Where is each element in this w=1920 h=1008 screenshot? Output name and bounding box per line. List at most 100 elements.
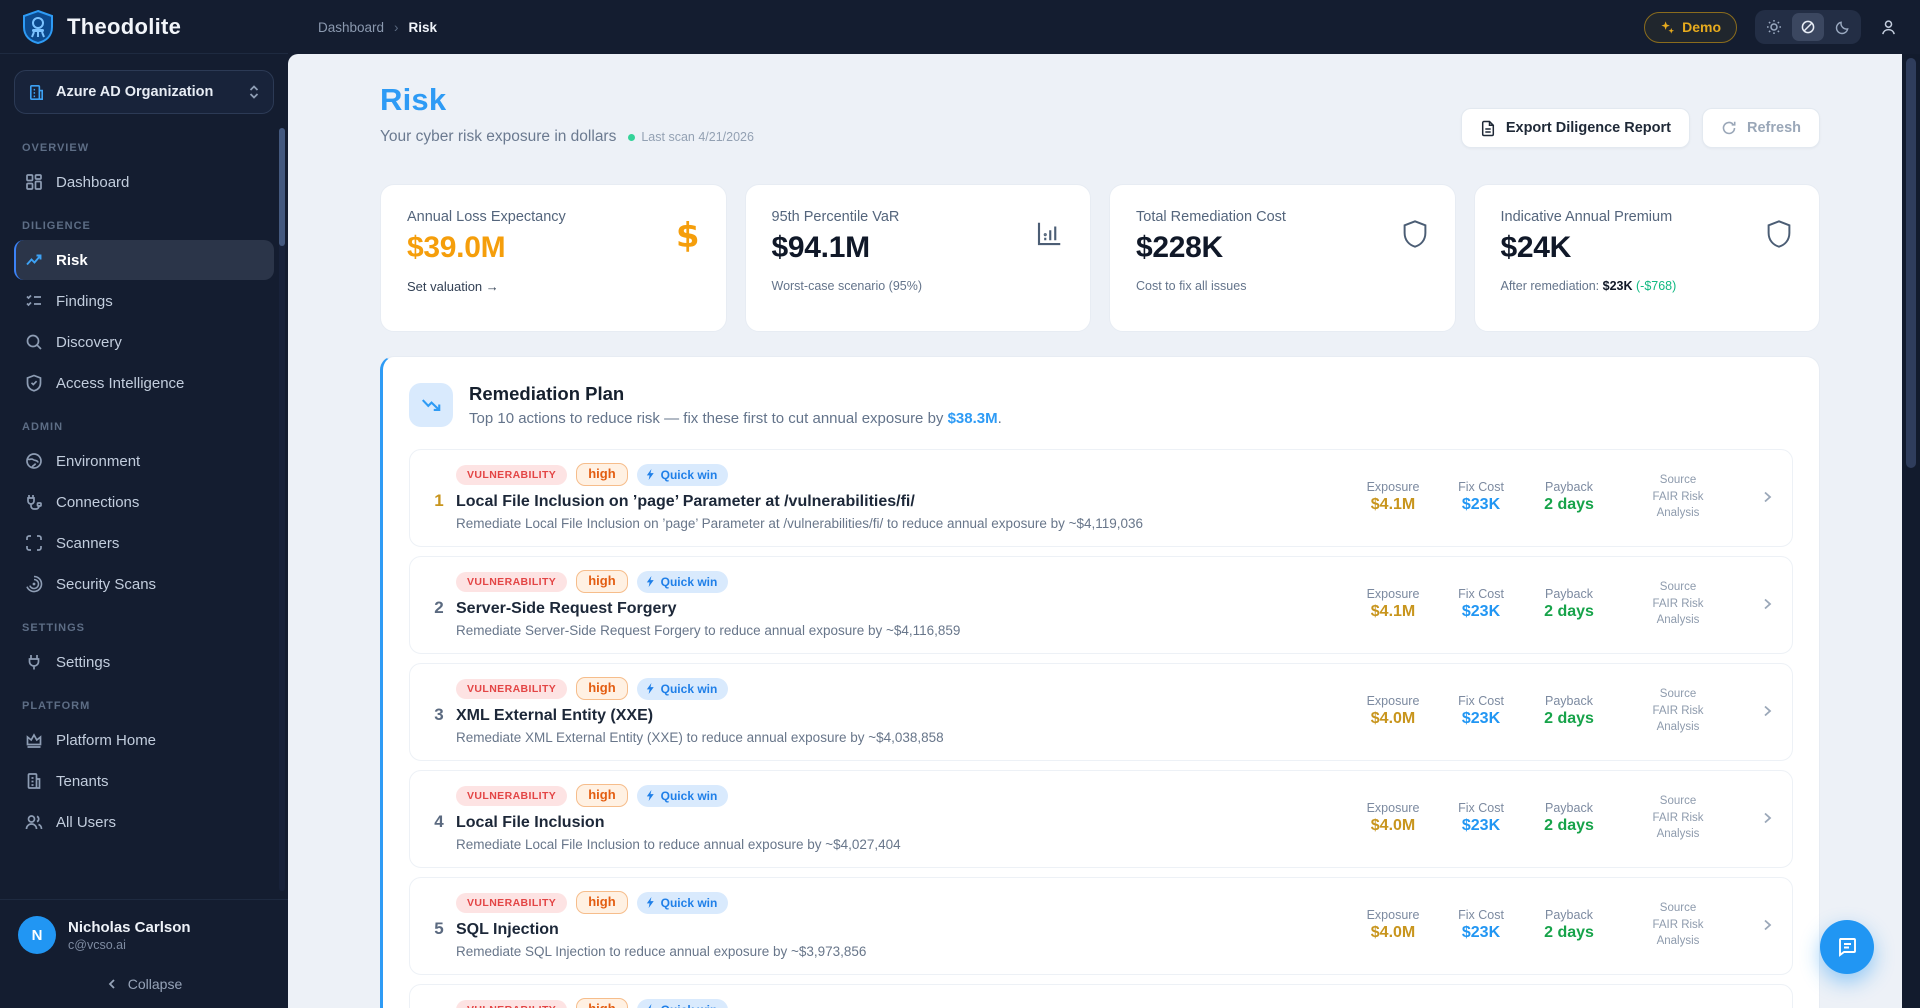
sidebar-item-security-scans[interactable]: Security Scans (14, 564, 274, 604)
export-report-button[interactable]: Export Diligence Report (1460, 108, 1690, 148)
sidebar-item-label: Dashboard (56, 173, 130, 191)
rank-number: 1 (434, 491, 444, 510)
sidebar-item-label: Tenants (56, 772, 109, 790)
theme-toggle (1755, 10, 1861, 44)
topbar: Dashboard › Risk Demo (288, 0, 1920, 54)
collapse-label: Collapse (127, 976, 183, 992)
breadcrumb: Dashboard › Risk (318, 20, 437, 35)
breadcrumb-dashboard[interactable]: Dashboard (318, 20, 384, 35)
chevron-right-icon[interactable] (1760, 704, 1774, 718)
contrast-icon (1801, 20, 1815, 34)
chevron-right-icon[interactable] (1760, 811, 1774, 825)
sidebar-item-discovery[interactable]: Discovery (14, 322, 274, 362)
vulnerability-badge: VULNERABILITY (456, 571, 568, 592)
remediation-row[interactable]: 2 VULNERABILITY high Quick win Server-Si… (409, 556, 1793, 654)
remediation-row[interactable]: 3 VULNERABILITY high Quick win XML Exter… (409, 663, 1793, 761)
sidebar-item-label: Risk (56, 251, 88, 269)
quick-win-badge: Quick win (636, 891, 729, 914)
power-plug-icon (24, 652, 44, 672)
payback-value: 2 days (1544, 816, 1594, 834)
dollar-icon: $ (675, 216, 700, 256)
section-label-diligence: DILIGENCE (22, 220, 91, 232)
exposure-label: Exposure (1366, 586, 1420, 601)
source-text: SourceFAIR RiskAnalysis (1652, 687, 1704, 734)
chat-button[interactable] (1820, 920, 1874, 974)
window-scrollbar[interactable] (1902, 54, 1920, 1008)
sidebar: Theodolite Azure AD Organization OVERVIE… (0, 0, 288, 1008)
severity-badge: high (576, 891, 628, 914)
finding-title: Server-Side Request Forgery (456, 600, 677, 617)
set-valuation-link[interactable]: Set valuation → (407, 279, 499, 294)
brand-header: Theodolite (0, 0, 288, 54)
refresh-button[interactable]: Refresh (1702, 108, 1820, 148)
org-selector[interactable]: Azure AD Organization (14, 70, 274, 114)
sidebar-scrollbar[interactable] (279, 128, 285, 891)
finding-description: Remediate SQL Injection to reduce annual… (456, 944, 867, 959)
stat-value: $94.1M (771, 231, 871, 264)
document-icon (1481, 120, 1494, 136)
exposure-value: $4.1M (1370, 602, 1416, 620)
finding-title: SQL Injection (456, 921, 559, 938)
chevron-right-icon[interactable] (1760, 490, 1774, 504)
stat-sub: Worst-case scenario (95%) (771, 279, 923, 293)
crown-icon (24, 730, 44, 750)
sidebar-item-label: Scanners (56, 534, 120, 552)
remediation-row[interactable]: 6 VULNERABILITY high Quick win (409, 984, 1793, 1008)
profile-button[interactable] (1879, 18, 1898, 37)
finding-description: Remediate XML External Entity (XXE) to r… (456, 730, 944, 745)
row-metrics: Exposure $4.0M Fix Cost $23K Payback 2 d… (1362, 900, 1774, 950)
severity-badge: high (576, 570, 628, 593)
sidebar-item-connections[interactable]: Connections (14, 482, 274, 522)
stat-label: 95th Percentile VaR (771, 209, 900, 225)
row-metrics: Exposure $4.1M Fix Cost $23K Payback 2 d… (1362, 472, 1774, 522)
payback-label: Payback (1545, 586, 1593, 601)
sidebar-item-tenants[interactable]: Tenants (14, 761, 274, 801)
sidebar-item-platform-home[interactable]: Platform Home (14, 720, 274, 760)
fix-cost-label: Fix Cost (1458, 693, 1504, 708)
finding-title: XML External Entity (XXE) (456, 707, 654, 724)
sidebar-item-all-users[interactable]: All Users (14, 802, 274, 842)
section-label-admin: ADMIN (22, 421, 64, 433)
remediation-row[interactable]: 4 VULNERABILITY high Quick win Local Fil… (409, 770, 1793, 868)
theme-dark-button[interactable] (1826, 13, 1858, 41)
stat-sub: After remediation: $23K (-$768) (1500, 279, 1677, 293)
remediation-row[interactable]: 1 VULNERABILITY high Quick win Local Fil… (409, 449, 1793, 547)
sidebar-item-settings[interactable]: Settings (14, 642, 274, 682)
remediation-row[interactable]: 5 VULNERABILITY high Quick win SQL Injec… (409, 877, 1793, 975)
shield-icon (1401, 219, 1429, 249)
export-report-label: Export Diligence Report (1505, 120, 1671, 136)
page-header: Risk Your cyber risk exposure in dollars… (380, 82, 1820, 148)
fix-cost-label: Fix Cost (1458, 907, 1504, 922)
theme-light-button[interactable] (1758, 13, 1790, 41)
payback-label: Payback (1545, 907, 1593, 922)
source-text: SourceFAIR RiskAnalysis (1652, 901, 1704, 948)
chevron-right-icon[interactable] (1760, 918, 1774, 932)
finding-description: Remediate Local File Inclusion on ’page’… (456, 516, 1144, 531)
sidebar-item-label: Access Intelligence (56, 374, 185, 392)
sidebar-item-findings[interactable]: Findings (14, 281, 274, 321)
sidebar-item-environment[interactable]: Environment (14, 441, 274, 481)
sidebar-item-access-intelligence[interactable]: Access Intelligence (14, 363, 274, 403)
payback-value: 2 days (1544, 495, 1594, 513)
sidebar-item-label: Platform Home (56, 731, 157, 749)
severity-badge: high (576, 463, 628, 486)
window-scrollbar-thumb[interactable] (1906, 58, 1916, 468)
sidebar-scrollbar-thumb[interactable] (279, 128, 285, 246)
rank-number: 6 (422, 1000, 456, 1008)
moon-icon (1835, 20, 1849, 34)
sidebar-item-scanners[interactable]: Scanners (14, 523, 274, 563)
row-metrics: Exposure $4.0M Fix Cost $23K Payback 2 d… (1362, 793, 1774, 843)
sidebar-item-dashboard[interactable]: Dashboard (14, 162, 274, 202)
quick-win-badge: Quick win (636, 784, 729, 807)
sidebar-item-risk[interactable]: Risk (14, 240, 274, 280)
remediation-list: 1 VULNERABILITY high Quick win Local Fil… (409, 449, 1793, 1008)
theme-system-button[interactable] (1792, 13, 1824, 41)
user-profile[interactable]: N Nicholas Carlson c@vcso.ai (18, 916, 270, 954)
remediation-subtitle: Top 10 actions to reduce risk — fix thes… (469, 410, 1002, 427)
collapse-button[interactable]: Collapse (106, 976, 182, 992)
exposure-value: $4.1M (1370, 495, 1416, 513)
demo-badge[interactable]: Demo (1644, 11, 1737, 43)
stat-card-95th-percentile-var: 95th Percentile VaR $94.1M Worst-case sc… (744, 184, 1091, 332)
vulnerability-badge: VULNERABILITY (456, 892, 568, 913)
chevron-right-icon[interactable] (1760, 597, 1774, 611)
